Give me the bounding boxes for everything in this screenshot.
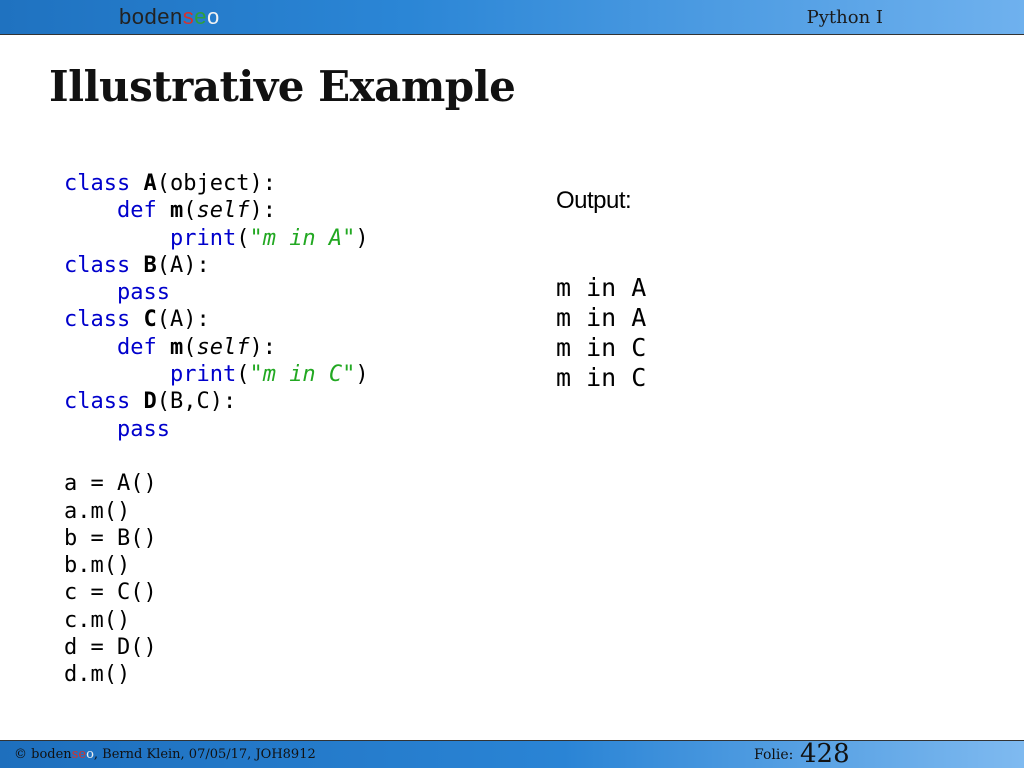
code-keyword: pass (116, 416, 170, 442)
output-line: m in A (556, 303, 647, 332)
code-line: def m(self): (116, 334, 276, 360)
code-line: class B(A): (64, 252, 369, 279)
output-line: m in C (556, 363, 647, 392)
code-line: c.m() (64, 607, 131, 633)
code-line: def m(self): (116, 198, 276, 224)
logo-part: o (206, 4, 220, 29)
code-text: ) (355, 362, 369, 388)
code-line: a = A() (64, 471, 157, 497)
code-keyword: class (64, 252, 131, 278)
method-name: m (169, 334, 184, 360)
output-line: m in A (556, 273, 647, 302)
code-line: class A(object): (64, 170, 369, 197)
code-text: (B,C): (156, 389, 237, 415)
code-text: ): (249, 198, 276, 224)
code-text: (A): (156, 307, 210, 333)
code-self: self (196, 198, 250, 224)
logo-part: boden (119, 4, 183, 29)
code-string: "m in A" (249, 225, 356, 251)
class-name: D (143, 389, 157, 415)
footer-info: , Bernd Klein, 07/05/17, JOH8912 (93, 747, 316, 762)
logo-part: e (194, 4, 207, 29)
class-name: A (143, 171, 157, 196)
code-keyword: def (116, 198, 157, 224)
code-line: print("m in C") (169, 362, 369, 388)
code-keyword: class (64, 389, 131, 415)
code-line: class D(B,C): (64, 388, 369, 415)
code-line: c = C() (64, 580, 157, 606)
code-text: ): (249, 334, 276, 360)
code-keyword: class (64, 171, 131, 196)
output-label: Output: (556, 187, 632, 214)
footer-logo-part: se (71, 747, 87, 762)
code-line: print("m in A") (169, 225, 369, 251)
code-line: a.m() (64, 498, 131, 524)
code-text: ) (355, 225, 369, 251)
code-self: self (196, 334, 250, 360)
code-keyword: class (64, 307, 131, 333)
code-block: class A(object): def m(self): print("m i… (64, 170, 369, 689)
output-line: m in C (556, 333, 647, 362)
code-line: pass (64, 279, 369, 306)
course-title: Python I (806, 7, 883, 28)
method-name: m (169, 198, 184, 224)
slide-number: 428 (800, 739, 850, 769)
class-name: C (143, 307, 157, 333)
footer-bar: © bodenseo, Bernd Klein, 07/05/17, JOH89… (0, 739, 1024, 769)
code-keyword: def (116, 334, 157, 360)
bodenseo-logo: bodenseo (119, 3, 220, 31)
folie-label: Folie: (754, 747, 794, 763)
code-line: class C(A): (64, 306, 369, 333)
class-name: B (143, 252, 157, 278)
code-keyword: print (169, 225, 237, 251)
code-line: b = B() (64, 525, 157, 551)
code-text: (A): (156, 252, 210, 278)
footer-logo-part: boden (31, 747, 72, 762)
output-block: m in A m in A m in C m in C (556, 273, 646, 393)
code-line: b.m() (64, 553, 131, 579)
code-string: "m in C" (249, 362, 356, 388)
footer-credits: © bodenseo, Bernd Klein, 07/05/17, JOH89… (14, 747, 316, 762)
code-line: d.m() (64, 662, 131, 688)
footer-logo-part: o (86, 747, 94, 762)
slide-title: Illustrative Example (49, 62, 516, 111)
copyright-sign: © (14, 747, 32, 762)
logo-part: s (182, 4, 195, 29)
header-bar: bodenseo Python I (0, 0, 1024, 35)
code-keyword: pass (116, 280, 170, 306)
code-line: d = D() (64, 635, 157, 661)
code-line: pass (64, 416, 369, 443)
code-keyword: print (169, 362, 237, 388)
code-text: (object): (156, 171, 276, 196)
